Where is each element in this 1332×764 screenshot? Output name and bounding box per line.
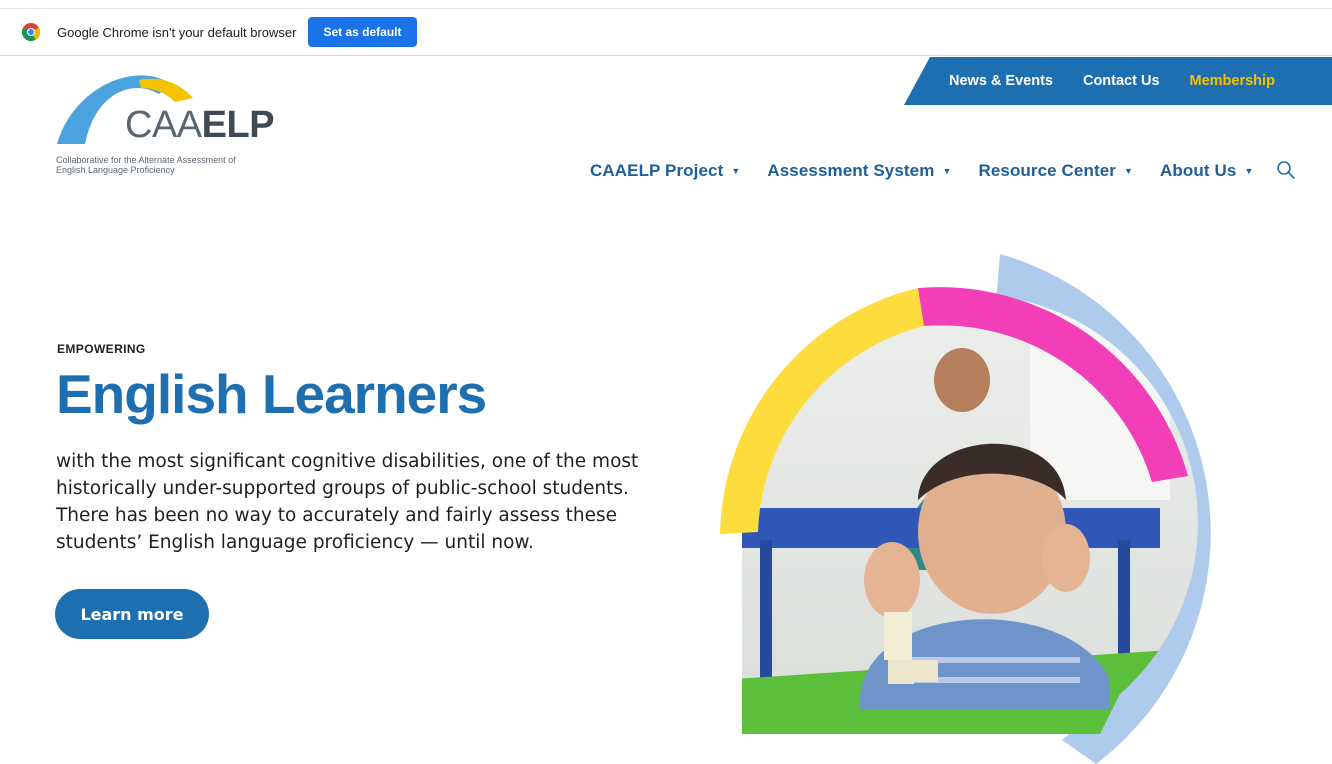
caret-down-icon: ▼ (1124, 166, 1134, 176)
caret-down-icon: ▼ (942, 166, 952, 176)
hero-title: English Learners (56, 363, 487, 425)
nav-item-caaelp-project[interactable]: CAAELP Project ▼ (590, 161, 740, 181)
nav-item-assessment-system[interactable]: Assessment System ▼ (767, 161, 951, 181)
chrome-icon (21, 23, 41, 42)
utility-link-membership[interactable]: Membership (1190, 73, 1275, 89)
hero-eyebrow: EMPOWERING (57, 342, 146, 356)
main-nav: CAAELP Project ▼ Assessment System ▼ Res… (590, 158, 1280, 184)
logo-wordmark: CAAELP (125, 104, 275, 146)
utility-link-news-events[interactable]: News & Events (949, 73, 1053, 89)
hero-body: with the most significant cognitive disa… (56, 451, 639, 553)
nav-item-resource-center[interactable]: Resource Center ▼ (978, 161, 1133, 181)
set-as-default-button[interactable]: Set as default (308, 17, 417, 47)
utility-nav: News & Events Contact Us Membership (904, 57, 1332, 105)
search-icon[interactable] (1276, 160, 1296, 180)
hero-image (700, 240, 1300, 764)
nav-item-about-us[interactable]: About Us ▼ (1160, 161, 1253, 181)
infobar-message: Google Chrome isn't your default browser (57, 24, 297, 40)
site-logo[interactable]: CAAELP Collaborative for the Alternate A… (55, 68, 285, 178)
caret-down-icon: ▼ (731, 166, 741, 176)
logo-tagline: Collaborative for the Alternate Assessme… (56, 155, 236, 175)
browser-infobar: Google Chrome isn't your default browser… (0, 8, 1332, 56)
utility-link-contact-us[interactable]: Contact Us (1083, 73, 1160, 89)
page: Google Chrome isn't your default browser… (0, 0, 1332, 764)
caret-down-icon: ▼ (1244, 166, 1254, 176)
learn-more-button[interactable]: Learn more (55, 589, 209, 639)
